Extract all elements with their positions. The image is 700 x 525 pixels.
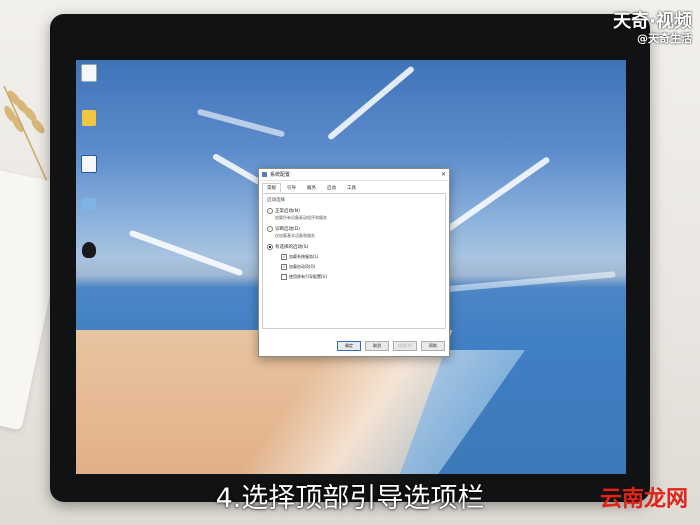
- tab-tools[interactable]: 工具: [342, 183, 361, 193]
- app-icon: [262, 172, 267, 177]
- folder-icon: [82, 110, 96, 126]
- cloud-streak: [326, 65, 416, 141]
- option-description: 加载所有设备驱动程序和服务: [275, 215, 327, 220]
- dialog-titlebar[interactable]: 系统配置 ✕: [259, 169, 449, 181]
- help-button[interactable]: 帮助: [421, 341, 445, 351]
- tab-services[interactable]: 服务: [302, 183, 321, 193]
- cancel-button[interactable]: 取消: [365, 341, 389, 351]
- desktop-icon-folder[interactable]: [78, 110, 100, 127]
- tab-pane-general: 启动选择 正常启动(N) 加载所有设备驱动程序和服务 诊断启动(D) 仅加载基本…: [262, 193, 446, 329]
- close-icon[interactable]: ✕: [441, 171, 446, 178]
- checkbox-indicator[interactable]: ✓: [281, 264, 287, 270]
- checkbox-label: 加载启动项(O): [289, 264, 316, 269]
- radio-label: 有选择的启动(S): [275, 245, 309, 250]
- option-description: 仅加载基本设备和服务: [275, 233, 315, 238]
- subtitle-caption: 4.选择顶部引导选项栏: [215, 483, 485, 514]
- checkbox-load-system-services[interactable]: ✓ 加载系统服务(L): [281, 254, 441, 260]
- monitor: 系统配置 ✕ 常规 引导 服务 启动 工具 启动选择 正常启动(N) 加载所有设…: [50, 14, 650, 502]
- tab-startup[interactable]: 启动: [322, 183, 341, 193]
- startup-selection-label: 启动选择: [267, 198, 285, 203]
- system-config-dialog: 系统配置 ✕ 常规 引导 服务 启动 工具 启动选择 正常启动(N) 加载所有设…: [258, 168, 450, 357]
- computer-icon: [82, 198, 96, 210]
- radio-label: 诊断启动(D): [275, 227, 300, 232]
- word-document-icon: [81, 155, 97, 173]
- radio-selective-startup[interactable]: 有选择的启动(S): [267, 244, 441, 250]
- dialog-buttons: 确定 取消 应用(A) 帮助: [337, 341, 445, 351]
- checkbox-load-startup-items[interactable]: ✓ 加载启动项(O): [281, 264, 441, 270]
- apply-button[interactable]: 应用(A): [393, 341, 417, 351]
- desktop-screen: 系统配置 ✕ 常规 引导 服务 启动 工具 启动选择 正常启动(N) 加载所有设…: [76, 60, 626, 474]
- qq-penguin-icon: [82, 242, 96, 258]
- tab-boot[interactable]: 引导: [282, 183, 301, 193]
- desktop-icon-word[interactable]: [78, 155, 100, 174]
- dialog-tabs: 常规 引导 服务 启动 工具: [259, 181, 449, 193]
- desktop-icon-computer[interactable]: [78, 198, 100, 211]
- radio-diagnostic-startup[interactable]: 诊断启动(D): [267, 226, 441, 232]
- radio-indicator[interactable]: [267, 226, 273, 232]
- radio-indicator[interactable]: [267, 244, 273, 250]
- ok-button[interactable]: 确定: [337, 341, 361, 351]
- cloud-streak: [196, 108, 286, 138]
- video-watermark: 天奇·视频 @天奇生活: [613, 12, 692, 46]
- checkbox-label: 使用原有引导配置(U): [289, 274, 328, 279]
- watermark-line1: 天奇·视频: [613, 11, 692, 32]
- tab-general[interactable]: 常规: [262, 183, 281, 193]
- checkbox-label: 加载系统服务(L): [289, 254, 319, 259]
- desktop-icon-qq[interactable]: [78, 242, 100, 259]
- checkbox-use-original-boot-config[interactable]: 使用原有引导配置(U): [281, 274, 441, 280]
- checkbox-indicator[interactable]: [281, 274, 287, 280]
- brand-logo-text: 云南龙网: [599, 487, 688, 512]
- radio-label: 正常启动(N): [275, 209, 300, 214]
- cloud-streak: [128, 229, 244, 277]
- checkbox-indicator[interactable]: ✓: [281, 254, 287, 260]
- dialog-title: 系统配置: [270, 172, 291, 178]
- radio-normal-startup[interactable]: 正常启动(N): [267, 208, 441, 214]
- desktop-icon-file[interactable]: [78, 64, 100, 83]
- document-icon: [81, 64, 97, 82]
- watermark-line2: @天奇生活: [637, 32, 692, 45]
- radio-indicator[interactable]: [267, 208, 273, 214]
